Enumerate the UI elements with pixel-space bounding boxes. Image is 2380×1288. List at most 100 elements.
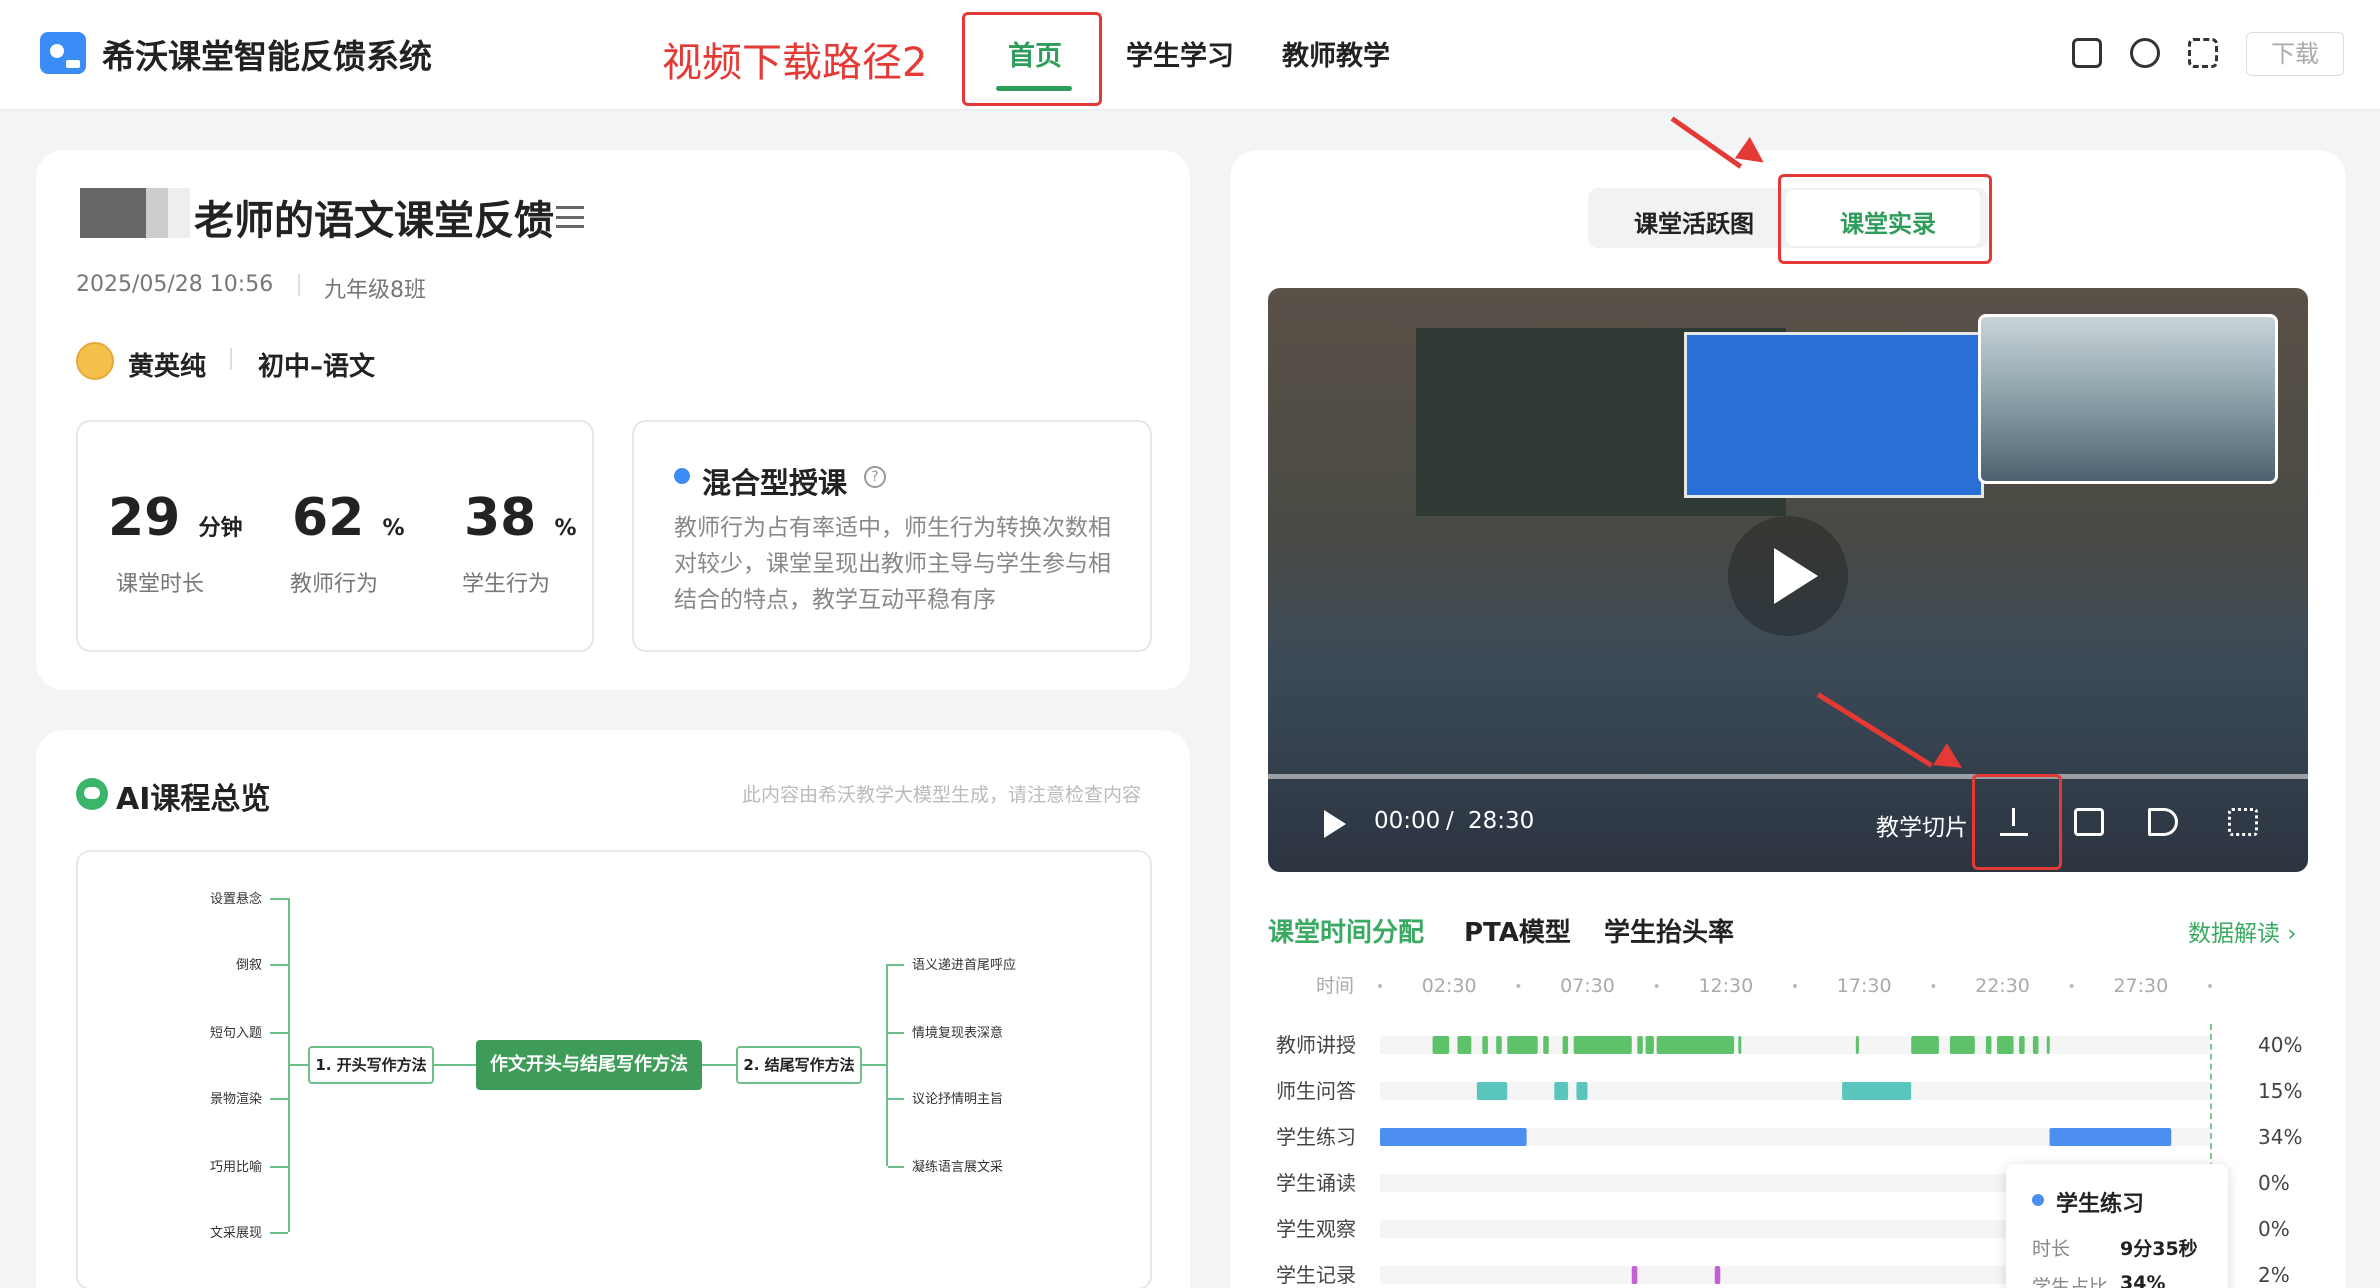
activity-bar bbox=[1457, 1036, 1472, 1054]
data-insight-link[interactable]: 数据解读 › bbox=[2188, 914, 2297, 948]
clip-button[interactable]: 教学切片 bbox=[1876, 808, 1968, 842]
tab-time-distribution[interactable]: 课堂时间分配 bbox=[1268, 912, 1424, 949]
activity-bar bbox=[2046, 1036, 2050, 1054]
activity-bar bbox=[1482, 1036, 1488, 1054]
activity-bar bbox=[2032, 1036, 2039, 1054]
activity-bar bbox=[1543, 1036, 1549, 1054]
lesson-title: 老师的语文课堂反馈 bbox=[194, 198, 554, 244]
expand-icon[interactable] bbox=[2228, 808, 2258, 836]
a-badge-icon[interactable] bbox=[2130, 38, 2160, 68]
mindmap-link bbox=[888, 1098, 904, 1100]
row-percent: 15% bbox=[2258, 1079, 2302, 1103]
tooltip-title: 学生练习 bbox=[2056, 1192, 2145, 1217]
app-title: 希沃课堂智能反馈系统 bbox=[102, 37, 432, 76]
mindmap-leaf: 情境复现表深意 bbox=[912, 1026, 1004, 1041]
mindmap-link bbox=[270, 1032, 288, 1034]
video-player[interactable]: 00:00 / 28:30 教学切片 bbox=[1268, 288, 2308, 872]
time-separator: / bbox=[1446, 808, 1454, 834]
help-icon[interactable]: ? bbox=[864, 466, 886, 488]
mindmap-leaf: 议论抒情明主旨 bbox=[912, 1092, 1004, 1107]
play-icon[interactable] bbox=[1324, 810, 1346, 838]
axis-dot bbox=[1516, 984, 1521, 988]
mindmap-link bbox=[270, 964, 288, 966]
stat-teacher-value: 62 % bbox=[292, 488, 405, 548]
activity-bar bbox=[1949, 1036, 1975, 1054]
stat-duration-label: 课堂时长 bbox=[116, 572, 205, 597]
tab-headup-rate[interactable]: 学生抬头率 bbox=[1604, 912, 1734, 949]
teacher-name: 黄英纯 bbox=[128, 352, 207, 382]
row-label: 学生记录 bbox=[1276, 1263, 1356, 1287]
mindmap-link bbox=[270, 1098, 288, 1100]
teacher-name-mosaic bbox=[80, 188, 190, 238]
video-progress-bar[interactable] bbox=[1268, 774, 2308, 779]
nav-home[interactable]: 首页 bbox=[1008, 34, 1062, 73]
activity-bar bbox=[1842, 1082, 1912, 1100]
nav-home-underline bbox=[996, 86, 1072, 91]
axis-label: 时间 bbox=[1316, 975, 1354, 997]
nav-student-learning[interactable]: 学生学习 bbox=[1126, 34, 1234, 73]
activity-bar bbox=[1573, 1036, 1632, 1054]
mode-description: 教师行为占有率适中，师生行为转换次数相对较少，课堂呈现出教师主导与学生参与相结合… bbox=[674, 515, 1111, 613]
picture-in-picture[interactable] bbox=[1978, 314, 2278, 484]
nav-teacher-teaching[interactable]: 教师教学 bbox=[1282, 34, 1390, 73]
play-large-icon[interactable] bbox=[1728, 516, 1848, 636]
tooltip-dot bbox=[2032, 1194, 2044, 1206]
activity-bar bbox=[1656, 1036, 1735, 1054]
axis-tick-label: 12:30 bbox=[1698, 975, 1753, 997]
row-percent: 0% bbox=[2258, 1217, 2290, 1241]
activity-bar bbox=[1996, 1036, 2014, 1054]
activity-bar bbox=[1911, 1036, 1939, 1054]
row-label: 学生诵读 bbox=[1276, 1171, 1356, 1195]
time-total: 28:30 bbox=[1468, 808, 1535, 834]
stat-duration-value: 29 分钟 bbox=[108, 488, 243, 548]
volume-icon[interactable] bbox=[2148, 808, 2178, 836]
axis-tick-label: 22:30 bbox=[1975, 975, 2030, 997]
axis-tick-label: 27:30 bbox=[2113, 975, 2168, 997]
row-percent: 34% bbox=[2258, 1125, 2302, 1149]
row-percent: 0% bbox=[2258, 1171, 2290, 1195]
activity-bar bbox=[1738, 1036, 1742, 1054]
activity-bar bbox=[1631, 1266, 1638, 1284]
mindmap-leaf: 倒叙 bbox=[236, 958, 263, 973]
row-label: 教师讲授 bbox=[1276, 1033, 1356, 1057]
tooltip-share-value: 34% bbox=[2120, 1272, 2166, 1288]
mindmap-branch-opening: 1. 开头写作方法 bbox=[308, 1046, 434, 1084]
mindmap-leaf: 景物渲染 bbox=[210, 1092, 263, 1107]
download-button[interactable]: 下载 bbox=[2246, 32, 2344, 76]
annotation-label: 视频下载路径2 bbox=[662, 40, 928, 86]
mindmap-link bbox=[270, 1232, 288, 1234]
mindmap-branch-ending: 2. 结尾写作方法 bbox=[736, 1046, 862, 1084]
row-track bbox=[1380, 1036, 2210, 1054]
menu-icon[interactable] bbox=[556, 206, 584, 228]
tab-activity-chart[interactable]: 课堂活跃图 bbox=[1634, 204, 1754, 239]
mindmap-link bbox=[888, 1032, 904, 1034]
stat-student-value: 38 % bbox=[464, 488, 577, 548]
subject-name: 初中–语文 bbox=[258, 352, 376, 382]
axis-dot bbox=[2069, 984, 2074, 988]
row-label: 师生问答 bbox=[1276, 1079, 1356, 1103]
row-label: 学生观察 bbox=[1276, 1217, 1356, 1241]
axis-dot bbox=[1793, 984, 1797, 988]
divider bbox=[298, 274, 300, 296]
ai-note: 此内容由希沃教学大模型生成，请注意检查内容 bbox=[742, 784, 1142, 806]
mindmap-link bbox=[888, 964, 904, 966]
tab-pta-model[interactable]: PTA模型 bbox=[1464, 912, 1571, 949]
subtitle-icon[interactable] bbox=[2074, 808, 2104, 836]
activity-bar bbox=[1432, 1036, 1450, 1054]
activity-bar bbox=[2049, 1128, 2172, 1146]
app-logo-icon bbox=[40, 32, 86, 74]
lesson-datetime: 2025/05/28 10:56 bbox=[76, 272, 274, 297]
axis-dot bbox=[1654, 984, 1659, 988]
axis-tick-label: 07:30 bbox=[1560, 975, 1615, 997]
mindmap-link bbox=[290, 1064, 308, 1066]
activity-bar bbox=[1855, 1036, 1859, 1054]
tooltip-share-label: 学生占比 bbox=[2032, 1276, 2109, 1288]
mindmap-link bbox=[886, 964, 888, 1166]
feedback-icon[interactable] bbox=[2072, 38, 2102, 68]
projector-screen bbox=[1684, 332, 1984, 498]
ai-title: AI课程总览 bbox=[116, 782, 271, 817]
annotation-box-record bbox=[1778, 174, 1992, 264]
mindmap-leaf: 文采展现 bbox=[210, 1226, 263, 1241]
ai-chat-icon bbox=[76, 778, 108, 810]
fullscreen-icon[interactable] bbox=[2188, 38, 2218, 68]
